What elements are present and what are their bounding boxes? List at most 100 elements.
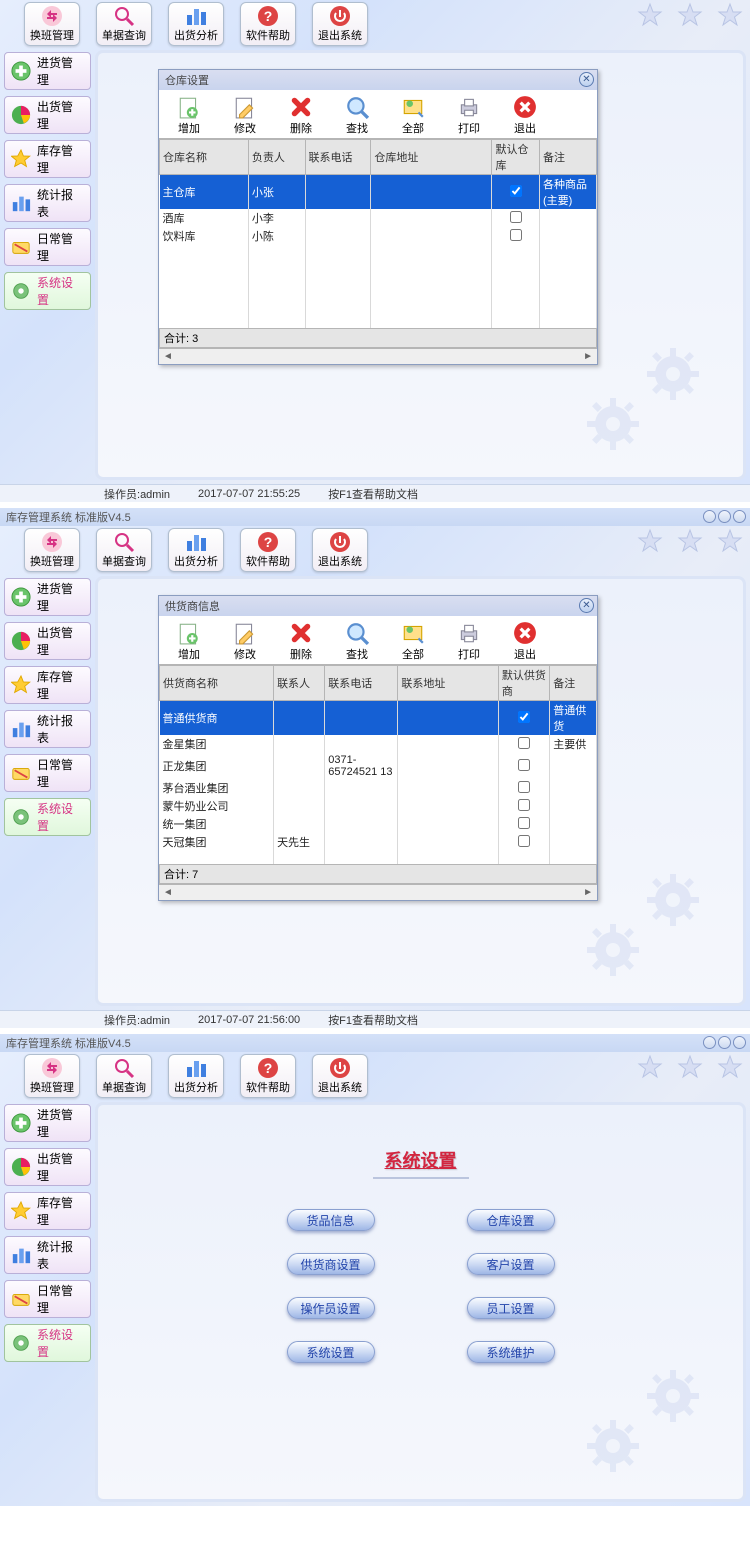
dialog-tool-all[interactable]: 全部 — [391, 620, 435, 662]
toolbar-doc-query[interactable]: 单据查询 — [96, 528, 152, 572]
table-row[interactable]: 金星集团主要供 — [160, 735, 597, 753]
sidebar-item-outbound[interactable]: 出货管理 — [4, 96, 91, 134]
sidebar-item-stock[interactable]: 库存管理 — [4, 140, 91, 178]
supplier-table[interactable]: 供货商名称联系人联系电话联系地址默认供货商备注普通供货商普通供货金星集团主要供正… — [159, 664, 597, 864]
toolbar-ship-analysis[interactable]: 出货分析 — [168, 1054, 224, 1098]
dialog-close-button[interactable]: ✕ — [579, 72, 594, 87]
toolbar-help[interactable]: 软件帮助 — [240, 1054, 296, 1098]
sidebar-item-system-settings[interactable]: 系统设置 — [4, 272, 91, 310]
sidebar-item-system-settings[interactable]: 系统设置 — [4, 1324, 91, 1362]
dialog-tool-del[interactable]: 删除 — [279, 620, 323, 662]
close-button[interactable] — [733, 510, 746, 523]
dialog-tool-close[interactable]: 退出 — [503, 620, 547, 662]
default-checkbox[interactable] — [518, 799, 530, 811]
dialog-tool-find[interactable]: 查找 — [335, 94, 379, 136]
dialog-tool-close[interactable]: 退出 — [503, 94, 547, 136]
sidebar-item-report[interactable]: 统计报表 — [4, 184, 91, 222]
table-row[interactable]: 普通供货商普通供货 — [160, 701, 597, 736]
sidebar-item-report[interactable]: 统计报表 — [4, 710, 91, 748]
horizontal-scrollbar[interactable]: ◄► — [159, 348, 597, 364]
dialog-tool-print[interactable]: 打印 — [447, 620, 491, 662]
settings-btn-customer-set[interactable]: 客户设置 — [467, 1253, 555, 1275]
toolbar-exit[interactable]: 退出系统 — [312, 528, 368, 572]
sidebar-item-stock[interactable]: 库存管理 — [4, 1192, 91, 1230]
column-header[interactable]: 供货商名称 — [160, 666, 274, 701]
default-checkbox[interactable] — [518, 817, 530, 829]
dialog-close-button[interactable]: ✕ — [579, 598, 594, 613]
toolbar-help[interactable]: 软件帮助 — [240, 528, 296, 572]
sidebar-item-inbound[interactable]: 进货管理 — [4, 52, 91, 90]
default-checkbox[interactable] — [518, 835, 530, 847]
default-checkbox[interactable] — [518, 711, 530, 723]
horizontal-scrollbar[interactable]: ◄► — [159, 884, 597, 900]
dialog-tool-all[interactable]: 全部 — [391, 94, 435, 136]
column-header[interactable]: 仓库名称 — [160, 140, 249, 175]
toolbar-doc-query[interactable]: 单据查询 — [96, 2, 152, 46]
dialog-tool-del[interactable]: 删除 — [279, 94, 323, 136]
sidebar-item-inbound[interactable]: 进货管理 — [4, 1104, 91, 1142]
close-button[interactable] — [733, 1036, 746, 1049]
default-checkbox[interactable] — [518, 759, 530, 771]
dialog-tool-add[interactable]: 增加 — [167, 94, 211, 136]
settings-btn-system-maint[interactable]: 系统维护 — [467, 1341, 555, 1363]
toolbar-ship-analysis[interactable]: 出货分析 — [168, 2, 224, 46]
column-header[interactable]: 备注 — [550, 666, 597, 701]
settings-btn-goods-info[interactable]: 货品信息 — [287, 1209, 375, 1231]
default-checkbox[interactable] — [518, 737, 530, 749]
dialog-tool-edit[interactable]: 修改 — [223, 620, 267, 662]
toolbar-help[interactable]: 软件帮助 — [240, 2, 296, 46]
default-checkbox[interactable] — [518, 781, 530, 793]
default-checkbox[interactable] — [510, 185, 522, 197]
sidebar-item-daily[interactable]: 日常管理 — [4, 228, 91, 266]
toolbar-exit[interactable]: 退出系统 — [312, 2, 368, 46]
table-row[interactable]: 统一集团 — [160, 815, 597, 833]
warehouse-table[interactable]: 仓库名称负责人联系电话仓库地址默认仓库备注主仓库小张各种商品(主要)酒库小李饮料… — [159, 138, 597, 328]
minimize-button[interactable] — [703, 510, 716, 523]
minimize-button[interactable] — [703, 1036, 716, 1049]
toolbar-shift-mgmt[interactable]: 换班管理 — [24, 2, 80, 46]
table-row[interactable]: 酒库小李 — [160, 209, 597, 227]
column-header[interactable]: 联系电话 — [305, 140, 371, 175]
column-header[interactable]: 联系人 — [274, 666, 325, 701]
table-row[interactable]: 蒙牛奶业公司 — [160, 797, 597, 815]
sidebar-item-daily[interactable]: 日常管理 — [4, 754, 91, 792]
sidebar-item-report[interactable]: 统计报表 — [4, 1236, 91, 1274]
sidebar-item-daily[interactable]: 日常管理 — [4, 1280, 91, 1318]
toolbar-shift-mgmt[interactable]: 换班管理 — [24, 528, 80, 572]
maximize-button[interactable] — [718, 510, 731, 523]
sidebar-item-stock[interactable]: 库存管理 — [4, 666, 91, 704]
dialog-tool-edit[interactable]: 修改 — [223, 94, 267, 136]
sidebar-item-inbound[interactable]: 进货管理 — [4, 578, 91, 616]
table-row[interactable]: 正龙集团0371-65724521 13 — [160, 753, 597, 779]
toolbar-exit[interactable]: 退出系统 — [312, 1054, 368, 1098]
dialog-tool-add[interactable]: 增加 — [167, 620, 211, 662]
default-checkbox[interactable] — [510, 211, 522, 223]
column-header[interactable]: 联系电话 — [325, 666, 398, 701]
settings-btn-warehouse-set[interactable]: 仓库设置 — [467, 1209, 555, 1231]
column-header[interactable]: 备注 — [540, 140, 597, 175]
toolbar-shift-mgmt[interactable]: 换班管理 — [24, 1054, 80, 1098]
default-checkbox[interactable] — [510, 229, 522, 241]
sidebar-item-outbound[interactable]: 出货管理 — [4, 622, 91, 660]
toolbar-ship-analysis[interactable]: 出货分析 — [168, 528, 224, 572]
sidebar-item-system-settings[interactable]: 系统设置 — [4, 798, 91, 836]
settings-btn-operator-set[interactable]: 操作员设置 — [287, 1297, 375, 1319]
column-header[interactable]: 默认供货商 — [498, 666, 549, 701]
settings-btn-supplier-set[interactable]: 供货商设置 — [287, 1253, 375, 1275]
column-header[interactable]: 仓库地址 — [371, 140, 492, 175]
table-row[interactable]: 天冠集团天先生 — [160, 833, 597, 851]
sidebar-item-outbound[interactable]: 出货管理 — [4, 1148, 91, 1186]
maximize-button[interactable] — [718, 1036, 731, 1049]
dialog-tool-find[interactable]: 查找 — [335, 620, 379, 662]
settings-btn-staff-set[interactable]: 员工设置 — [467, 1297, 555, 1319]
table-row[interactable]: 主仓库小张各种商品(主要) — [160, 175, 597, 210]
column-header[interactable]: 联系地址 — [398, 666, 499, 701]
column-header[interactable]: 默认仓库 — [492, 140, 540, 175]
settings-btn-system-set[interactable]: 系统设置 — [287, 1341, 375, 1363]
column-header[interactable]: 负责人 — [248, 140, 305, 175]
toolbar-doc-query[interactable]: 单据查询 — [96, 1054, 152, 1098]
sidebar-item-label: 日常管理 — [37, 756, 84, 790]
table-row[interactable]: 茅台酒业集团 — [160, 779, 597, 797]
dialog-tool-print[interactable]: 打印 — [447, 94, 491, 136]
table-row[interactable]: 饮料库小陈 — [160, 227, 597, 245]
